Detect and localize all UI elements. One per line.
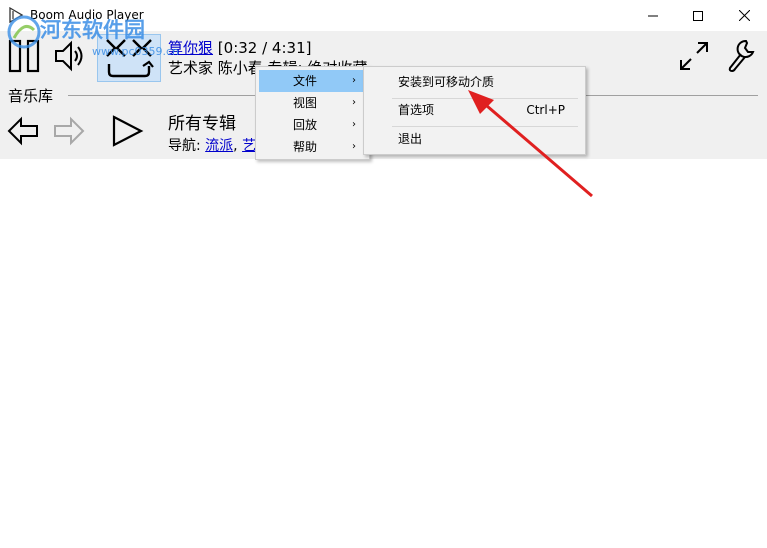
minimize-button[interactable] xyxy=(630,0,676,31)
breadcrumb-genre-link[interactable]: 流派 xyxy=(205,138,233,154)
menu-item-playback[interactable]: 回放 › xyxy=(259,114,366,136)
library-label: 音乐库 xyxy=(8,87,54,105)
submenu-arrow-icon: › xyxy=(352,75,356,86)
submenu-arrow-icon: › xyxy=(352,119,356,130)
menu-item-view[interactable]: 视图 › xyxy=(259,92,366,114)
watermark-logo-icon xyxy=(7,15,41,49)
menu-item-label: 首选项 xyxy=(398,103,435,117)
annotation-arrow-icon xyxy=(468,90,593,198)
forward-button[interactable] xyxy=(52,114,86,148)
speaker-icon xyxy=(55,40,83,72)
breadcrumb-artist-link[interactable]: 艺 xyxy=(242,138,256,154)
play-button[interactable] xyxy=(108,112,146,150)
play-icon xyxy=(112,115,144,147)
menu-item-label: 回放 xyxy=(293,118,318,132)
wrench-icon xyxy=(728,39,755,73)
breadcrumb: 导航: 流派, 艺 xyxy=(168,135,256,155)
maximize-icon xyxy=(693,10,703,21)
close-icon xyxy=(738,10,750,21)
watermark-text: 河东软件园 xyxy=(40,18,145,42)
maximize-button[interactable] xyxy=(675,0,721,31)
expand-icon xyxy=(680,42,708,70)
submenu-arrow-icon: › xyxy=(352,97,356,108)
breadcrumb-separator: , xyxy=(233,138,243,154)
album-heading: 所有专辑 xyxy=(168,114,236,134)
arrow-left-icon xyxy=(7,116,38,146)
submenu-arrow-icon: › xyxy=(352,141,356,152)
menu-item-label: 帮助 xyxy=(293,140,318,154)
settings-button[interactable] xyxy=(724,37,760,75)
now-playing-title: 算你狠 [0:32 / 4:31] xyxy=(168,37,311,58)
breadcrumb-prefix: 导航: xyxy=(168,138,206,154)
track-time: [0:32 / 4:31] xyxy=(217,39,312,57)
close-button[interactable] xyxy=(721,0,767,31)
menu-item-label: 退出 xyxy=(398,132,423,146)
back-button[interactable] xyxy=(6,114,40,148)
minimize-icon xyxy=(648,15,658,16)
menu-item-file[interactable]: 文件 › xyxy=(259,70,366,92)
main-context-menu: 文件 › 视图 › 回放 › 帮助 › xyxy=(255,66,370,160)
menu-item-label: 文件 xyxy=(293,74,318,88)
menu-item-label: 视图 xyxy=(293,96,318,110)
watermark-url: www.pc0359.cn xyxy=(92,45,180,58)
arrow-right-icon xyxy=(54,116,85,146)
fullscreen-button[interactable] xyxy=(676,38,712,74)
menu-item-help[interactable]: 帮助 › xyxy=(259,136,366,158)
